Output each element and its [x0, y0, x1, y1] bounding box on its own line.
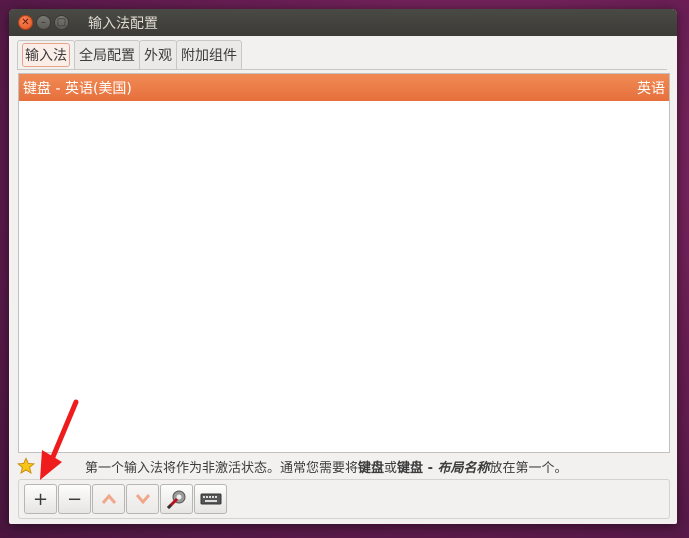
remove-button[interactable]: − [58, 484, 91, 514]
move-up-button[interactable] [92, 484, 125, 514]
list-item[interactable]: 键盘 - 英语(美国) 英语 [19, 74, 669, 101]
minimize-icon[interactable]: – [36, 15, 51, 30]
star-icon [17, 457, 35, 474]
configure-icon [166, 490, 185, 510]
keyboard-layout-button[interactable] [194, 484, 227, 514]
hint-text: 第一个输入法将作为非激活状态。通常您需要将键盘或键盘 - 布局名称放在第一个。 [85, 460, 568, 476]
input-method-language: 英语 [637, 80, 665, 97]
maximize-icon[interactable]: □ [54, 15, 69, 30]
tab-addons[interactable]: 附加组件 [176, 40, 242, 69]
tab-input-method[interactable]: 输入法 [17, 40, 75, 69]
add-button[interactable]: + [24, 484, 57, 514]
tab-label: 全局配置 [79, 48, 135, 64]
input-method-list[interactable]: 键盘 - 英语(美国) 英语 [18, 73, 670, 453]
input-method-config-window: ✕ – □ 输入法配置 输入法 全局配置 外观 附加组件 键盘 - 英语(美国)… [9, 9, 677, 524]
titlebar[interactable]: ✕ – □ 输入法配置 [9, 9, 677, 36]
input-method-name: 键盘 - 英语(美国) [23, 80, 132, 97]
tab-label: 输入法 [22, 43, 70, 67]
chevron-down-icon [135, 494, 150, 505]
tab-label: 附加组件 [181, 48, 237, 64]
configure-button[interactable] [160, 484, 193, 514]
window-title: 输入法配置 [88, 15, 158, 32]
red-arrow-annotation [40, 399, 79, 480]
tab-appearance[interactable]: 外观 [139, 40, 177, 69]
toolbar: + − [18, 479, 670, 519]
tab-global-config[interactable]: 全局配置 [74, 40, 140, 69]
close-icon[interactable]: ✕ [18, 15, 33, 30]
tab-bar: 输入法 全局配置 外观 附加组件 [17, 40, 667, 70]
chevron-up-icon [101, 493, 116, 504]
keyboard-icon [200, 493, 221, 505]
hint-bar: 第一个输入法将作为非激活状态。通常您需要将键盘或键盘 - 布局名称放在第一个。 [17, 455, 669, 477]
tab-label: 外观 [144, 48, 172, 64]
move-down-button[interactable] [126, 484, 159, 514]
